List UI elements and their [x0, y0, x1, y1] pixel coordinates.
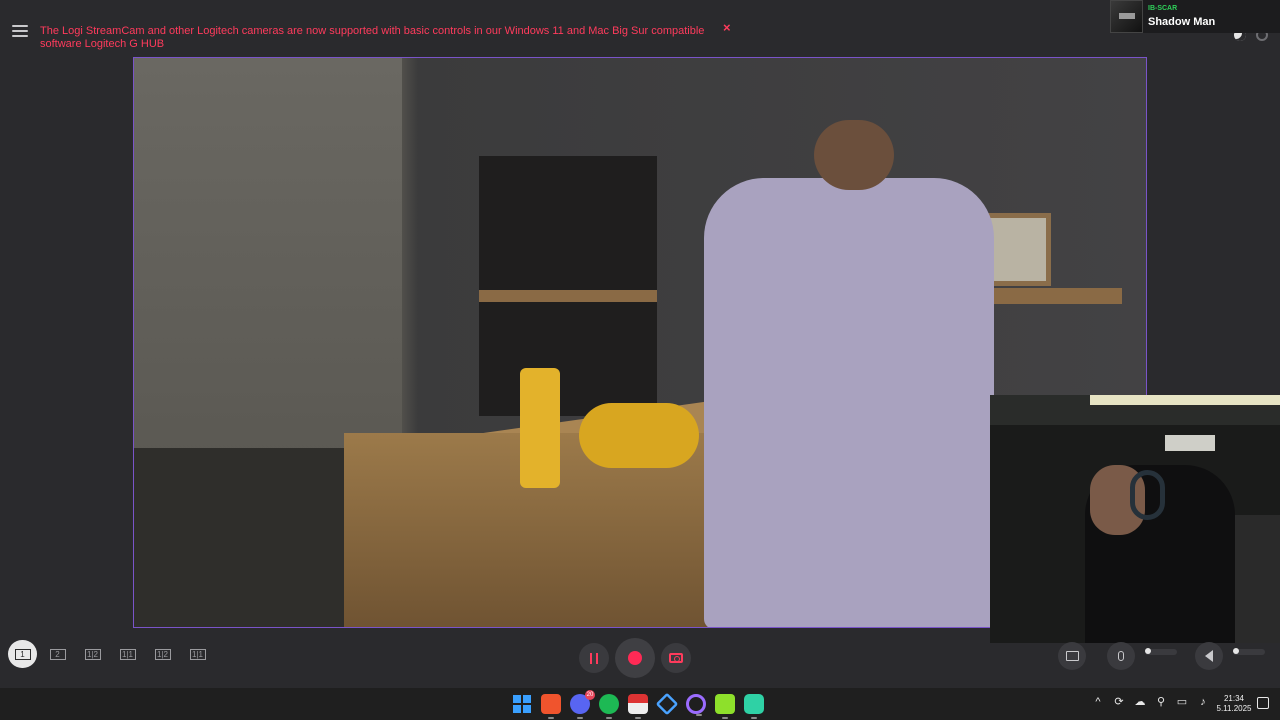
pip-light [1090, 395, 1280, 405]
running-indicator [751, 717, 757, 719]
camera-icon [669, 653, 683, 663]
sync-icon[interactable]: ⟳ [1113, 696, 1125, 708]
media-artist: IB-SCAR [1148, 5, 1178, 12]
running-indicator [548, 717, 554, 719]
news-app-icon[interactable] [628, 694, 648, 719]
scene-shelf [479, 156, 657, 416]
running-indicator [722, 717, 728, 719]
headset-icon [1130, 470, 1165, 520]
windows-taskbar: 20 ^ ⟳ ☁ ⚲ ▭ ♪ 21:34 5.11.2025 [0, 688, 1280, 720]
teal-app-icon[interactable] [744, 694, 764, 719]
record-button[interactable] [615, 638, 655, 678]
clock-time: 21:34 [1223, 694, 1245, 703]
speaker-button[interactable] [1195, 642, 1223, 670]
chevron-up-icon[interactable]: ^ [1092, 696, 1104, 708]
audio-controls [1058, 642, 1280, 670]
snapshot-button[interactable] [661, 643, 691, 673]
running-indicator [696, 714, 702, 716]
layout-icon: 1|2 [154, 648, 171, 660]
recording-controls [579, 638, 691, 678]
scene-curtain [134, 58, 402, 458]
scene-person-head [814, 120, 894, 190]
media-title: Shadow Man [1148, 16, 1216, 28]
layout-pip-alt-button[interactable]: 1|1 [113, 640, 142, 668]
system-clock[interactable]: 21:34 5.11.2025 [1212, 694, 1256, 714]
notice-banner: The Logi StreamCam and other Logitech ca… [40, 25, 705, 50]
close-notice-button[interactable]: × [723, 20, 731, 35]
system-tray: ^ ⟳ ☁ ⚲ ▭ ♪ [1092, 696, 1209, 708]
running-indicator [635, 717, 641, 719]
discord-icon[interactable]: 20 [570, 690, 595, 719]
notifications-icon[interactable] [1257, 697, 1269, 709]
pause-button[interactable] [579, 643, 609, 673]
scene-fruit-bowl [579, 403, 699, 468]
pause-icon [590, 652, 598, 664]
album-art [1110, 0, 1143, 33]
taskbar-apps: 20 [512, 690, 764, 719]
speaker-icon [1205, 650, 1213, 662]
cloud-icon[interactable]: ☁ [1134, 696, 1146, 708]
layout-single-button[interactable]: 1 [8, 640, 37, 668]
layout-split-button[interactable]: 1|2 [148, 640, 177, 668]
top-bar: The Logi StreamCam and other Logitech ca… [0, 0, 1280, 56]
slider-knob[interactable] [1145, 648, 1151, 654]
discord-badge: 20 [585, 690, 595, 700]
running-indicator [577, 717, 583, 719]
open-folder-button[interactable] [1058, 642, 1086, 670]
microphone-button[interactable] [1107, 642, 1135, 670]
microphone-volume-slider[interactable] [1145, 648, 1177, 655]
brave-browser-icon[interactable] [541, 694, 561, 719]
layout-split-alt-button[interactable]: 1|1 [183, 640, 212, 668]
picture-in-picture-camera [990, 395, 1280, 643]
scene-person [704, 178, 994, 627]
layout-icon: 1 [14, 648, 31, 660]
blue-app-icon[interactable] [655, 692, 679, 716]
usb-icon[interactable]: ⚲ [1155, 696, 1167, 708]
layout-icon: 2 [49, 648, 66, 660]
layout-second-button[interactable]: 2 [43, 640, 72, 668]
microphone-icon [1118, 651, 1124, 661]
speaker-volume-slider[interactable] [1233, 648, 1265, 655]
network-icon[interactable]: ▭ [1176, 696, 1188, 708]
layout-selector: 1 2 1|2 1|1 1|2 1|1 [8, 640, 212, 668]
layout-pip-button[interactable]: 1|2 [78, 640, 107, 668]
menu-icon[interactable] [12, 25, 28, 39]
layout-icon: 1|2 [84, 648, 101, 660]
running-indicator [606, 717, 612, 719]
pip-air-conditioner [1165, 435, 1215, 451]
scene-shelf-board-right [984, 288, 1122, 304]
layout-icon: 1|1 [119, 648, 136, 660]
record-icon [628, 651, 642, 665]
purple-app-icon[interactable] [686, 694, 706, 716]
volume-icon[interactable]: ♪ [1197, 696, 1209, 708]
green-app-icon[interactable] [715, 694, 735, 719]
scene-juice-bottle [520, 368, 560, 488]
clock-date: 5.11.2025 [1216, 704, 1252, 713]
scene-shelf-board [479, 290, 657, 302]
layout-icon: 1|1 [189, 648, 206, 660]
folder-icon [1065, 651, 1079, 661]
media-overlay[interactable]: IB-SCAR Shadow Man [1110, 0, 1280, 33]
slider-knob[interactable] [1233, 648, 1239, 654]
windows-start-icon[interactable] [512, 694, 532, 714]
spotify-icon[interactable] [599, 694, 619, 719]
app-window: The Logi StreamCam and other Logitech ca… [0, 0, 1280, 688]
